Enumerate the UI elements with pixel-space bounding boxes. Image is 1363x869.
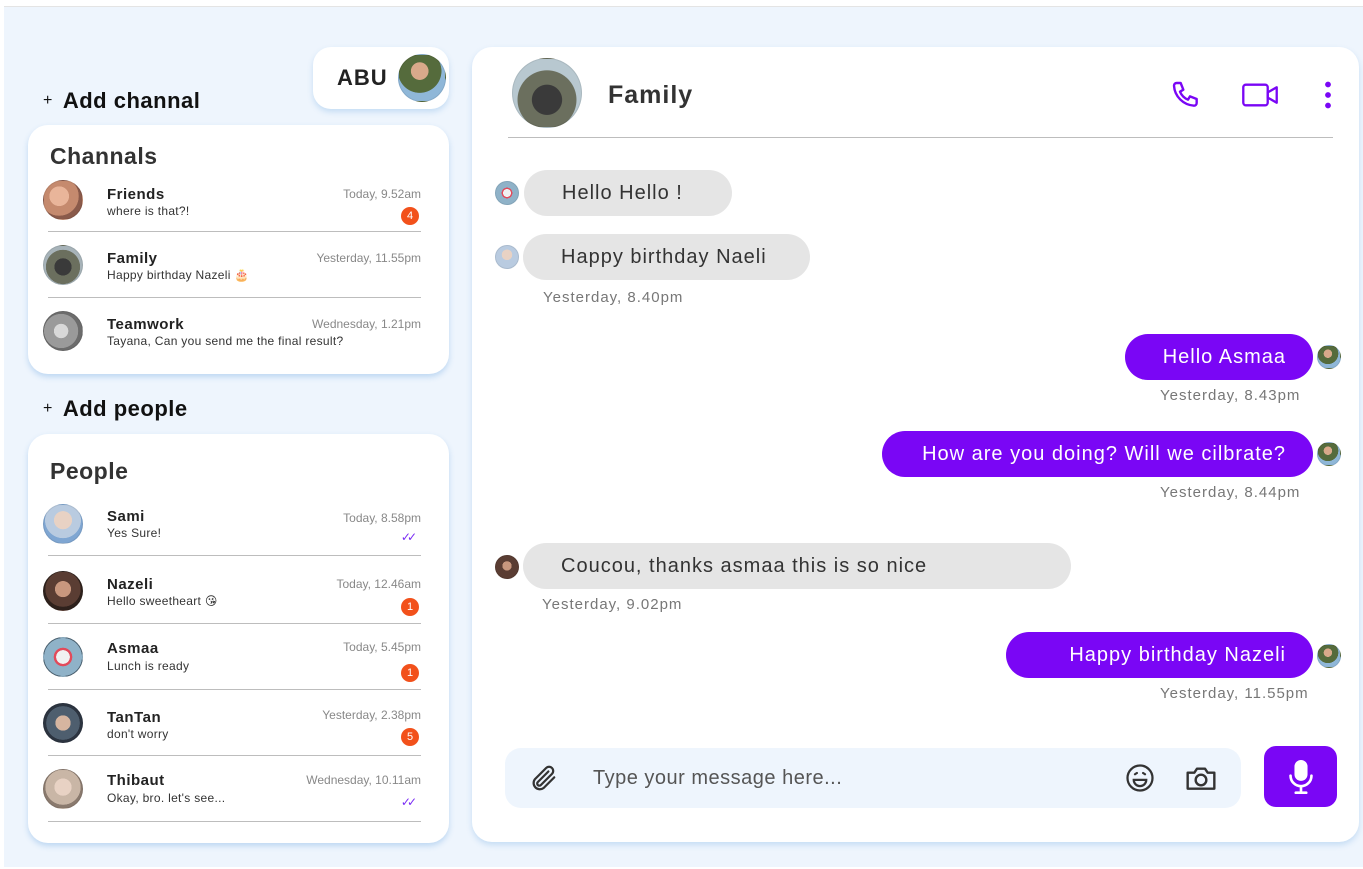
chat-header-divider	[508, 137, 1333, 138]
person-time: Today, 8.58pm	[343, 511, 421, 525]
channels-title: Channals	[50, 143, 158, 169]
channel-name: Family	[107, 250, 158, 267]
person-time: Today, 12.46am	[336, 577, 422, 591]
more-vertical-icon[interactable]	[1310, 77, 1346, 113]
person-time: Yesterday, 2.38pm	[322, 708, 421, 722]
person-last-message: Lunch is ready	[107, 659, 190, 673]
chat-title: Family	[608, 81, 694, 109]
phone-icon[interactable]	[1168, 77, 1204, 113]
plus-icon: +	[43, 400, 53, 417]
channel-last-message: Tayana, Can you send me the final result…	[107, 334, 344, 348]
sender-avatar	[1317, 644, 1341, 668]
person-name: TanTan	[107, 709, 162, 726]
channel-name: Teamwork	[107, 316, 185, 333]
outgoing-message: Happy birthday Nazeli	[1006, 632, 1313, 678]
channel-item-family[interactable]: Family Happy birthday Nazeli 🎂 Yesterday…	[43, 232, 421, 298]
person-item-tantan[interactable]: TanTan don't worry Yesterday, 2.38pm 5	[43, 690, 421, 756]
person-avatar	[43, 769, 83, 809]
person-name: Asmaa	[107, 640, 159, 657]
person-avatar	[43, 703, 83, 743]
divider	[48, 821, 421, 822]
person-item-asmaa[interactable]: Asmaa Lunch is ready Today, 5.45pm 1	[43, 624, 421, 690]
channel-time: Today, 9.52am	[343, 187, 421, 201]
incoming-message: Coucou, thanks asmaa this is so nice	[523, 543, 1071, 589]
message-input[interactable]	[593, 760, 1093, 796]
person-item-thibaut[interactable]: Thibaut Okay, bro. let's see... Wednesda…	[43, 756, 421, 822]
people-title: People	[50, 458, 129, 484]
unread-badge: 1	[401, 664, 419, 682]
person-avatar	[43, 504, 83, 544]
channel-avatar	[43, 245, 83, 285]
sender-avatar	[1317, 442, 1341, 466]
add-people-button[interactable]: + Add people	[43, 396, 188, 422]
person-time: Today, 5.45pm	[343, 640, 421, 654]
plus-icon: +	[43, 92, 53, 109]
chat-avatar	[512, 58, 582, 128]
channel-name: Friends	[107, 186, 165, 203]
message-time: Yesterday, 8.43pm	[1160, 387, 1301, 404]
chat-panel: Family Hello Hello ! Happy birthday Nael…	[472, 47, 1359, 842]
person-last-message: Okay, bro. let's see...	[107, 791, 226, 805]
channel-item-teamwork[interactable]: Teamwork Tayana, Can you send me the fin…	[43, 298, 421, 364]
read-receipt-icon: ✓✓	[400, 795, 417, 809]
paperclip-icon[interactable]	[527, 762, 559, 794]
person-time: Wednesday, 10.11am	[306, 773, 421, 787]
person-last-message: Yes Sure!	[107, 526, 162, 540]
current-user-avatar	[397, 54, 446, 102]
add-people-label: Add people	[62, 396, 188, 421]
channel-avatar	[43, 180, 83, 220]
unread-badge: 4	[401, 207, 419, 225]
channel-last-message: where is that?!	[107, 204, 190, 218]
unread-badge: 5	[401, 728, 419, 746]
read-receipt-icon: ✓✓	[400, 530, 417, 544]
person-item-nazeli[interactable]: Nazeli Hello sweetheart 😘 Today, 12.46am…	[43, 558, 421, 624]
video-camera-icon[interactable]	[1242, 77, 1278, 113]
person-avatar	[43, 637, 83, 677]
message-time: Yesterday, 8.44pm	[1160, 484, 1301, 501]
people-card: People Sami Yes Sure! Today, 8.58pm ✓✓ N…	[28, 434, 449, 843]
outgoing-message: Hello Asmaa	[1125, 334, 1313, 380]
sender-avatar	[1317, 345, 1341, 369]
current-user-chip[interactable]: ABU	[313, 47, 449, 109]
channel-last-message: Happy birthday Nazeli 🎂	[107, 268, 250, 282]
add-channel-label: Add channal	[62, 88, 201, 113]
microphone-button[interactable]	[1264, 746, 1337, 807]
sender-avatar	[495, 181, 519, 205]
message-time: Yesterday, 9.02pm	[542, 596, 683, 613]
divider	[48, 555, 421, 556]
incoming-message: Hello Hello !	[524, 170, 732, 216]
person-name: Thibaut	[107, 772, 165, 789]
incoming-message: Happy birthday Naeli	[523, 234, 810, 280]
person-avatar	[43, 571, 83, 611]
message-time: Yesterday, 11.55pm	[1160, 685, 1309, 702]
sender-avatar	[495, 245, 519, 269]
camera-icon[interactable]	[1185, 762, 1217, 794]
channels-card: Channals Friends where is that?! Today, …	[28, 125, 449, 374]
app-background: ABU + Add channal Channals Friends where…	[4, 6, 1363, 867]
channel-avatar	[43, 311, 83, 351]
message-time: Yesterday, 8.40pm	[543, 289, 684, 306]
person-name: Sami	[107, 508, 145, 525]
sender-avatar	[495, 555, 519, 579]
message-composer	[505, 748, 1241, 808]
unread-badge: 1	[401, 598, 419, 616]
emoji-icon[interactable]	[1124, 762, 1156, 794]
person-last-message: don't worry	[107, 727, 169, 741]
add-channel-button[interactable]: + Add channal	[43, 88, 200, 114]
person-last-message: Hello sweetheart 😘	[107, 594, 218, 608]
person-name: Nazeli	[107, 576, 154, 593]
microphone-icon	[1287, 759, 1315, 794]
channel-time: Yesterday, 11.55pm	[316, 251, 421, 265]
channel-item-friends[interactable]: Friends where is that?! Today, 9.52am 4	[43, 168, 421, 232]
outgoing-message: How are you doing? Will we cilbrate?	[882, 431, 1313, 477]
current-user-name: ABU	[337, 65, 388, 90]
person-item-sami[interactable]: Sami Yes Sure! Today, 8.58pm ✓✓	[43, 492, 421, 556]
channel-time: Wednesday, 1.21pm	[312, 317, 421, 331]
